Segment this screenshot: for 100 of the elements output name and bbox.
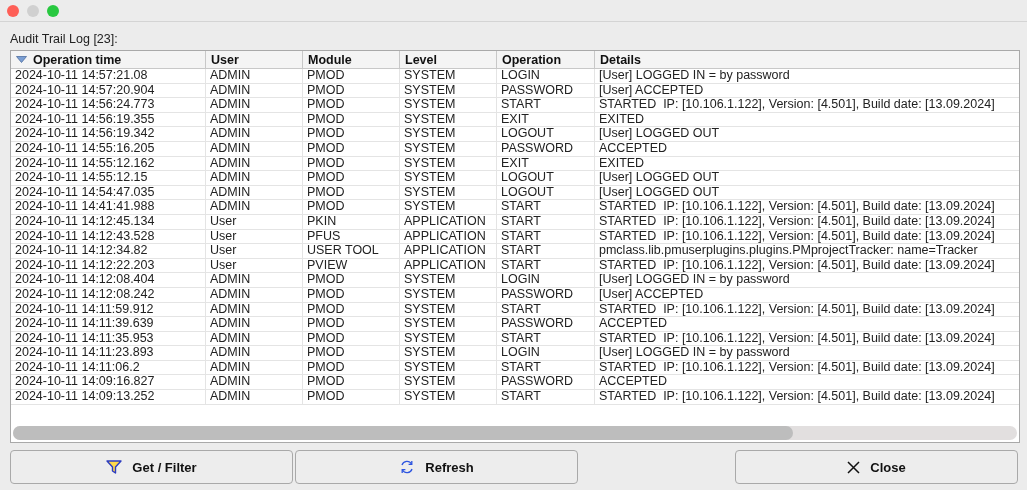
module-cell: PFUS (303, 229, 400, 244)
details-cell-text: [User] ACCEPTED (598, 83, 705, 98)
user-cell: ADMIN (206, 375, 303, 390)
level-cell: SYSTEM (400, 346, 497, 360)
user-cell: ADMIN (206, 127, 303, 141)
user-cell: ADMIN (206, 200, 303, 214)
time-cell: 2024-10-11 14:55:12.162 (11, 156, 206, 171)
level-cell: SYSTEM (400, 141, 497, 156)
details-cell-text: ACCEPTED (598, 141, 669, 156)
user-cell: ADMIN (206, 83, 303, 98)
user-cell: ADMIN (206, 346, 303, 360)
time-cell: 2024-10-11 14:12:22.203 (11, 258, 206, 273)
column-header[interactable]: Module (303, 51, 400, 68)
module-cell: PMOD (303, 141, 400, 156)
module-cell: PMOD (303, 346, 400, 360)
level-cell: SYSTEM (400, 317, 497, 331)
operation-cell: LOGIN (497, 273, 595, 287)
filter-button[interactable]: Get / Filter (10, 450, 293, 484)
column-header[interactable]: Operation (497, 51, 595, 68)
details-cell-text: [User] LOGGED OUT (598, 127, 721, 141)
details-cell-text: STARTED IP: [10.106.1.122], Version: [4.501], Build date: [13.09.2024] (598, 331, 996, 346)
user-cell: ADMIN (206, 302, 303, 317)
level-cell: SYSTEM (400, 185, 497, 200)
user-cell: ADMIN (206, 317, 303, 331)
details-cell-text: [User] LOGGED OUT (598, 185, 721, 200)
sort-descending-icon (16, 56, 27, 63)
time-cell: 2024-10-11 14:57:21.08 (11, 69, 206, 83)
column-header[interactable]: Details (595, 51, 1019, 68)
window-zoom-icon[interactable] (47, 4, 59, 17)
window-close-icon[interactable] (7, 4, 19, 17)
level-cell: SYSTEM (400, 390, 497, 404)
time-cell: 2024-10-11 14:56:19.355 (11, 112, 206, 127)
module-cell: PMOD (303, 171, 400, 185)
operation-cell: PASSWORD (497, 83, 595, 98)
window-minimize-icon[interactable] (27, 4, 39, 17)
operation-cell: EXIT (497, 156, 595, 171)
column-header[interactable]: Level (400, 51, 497, 68)
details-cell-text: STARTED IP: [10.106.1.122], Version: [4.501], Build date: [13.09.2024] (598, 258, 996, 273)
details-cell-text: [User] ACCEPTED (598, 287, 705, 302)
operation-cell: PASSWORD (497, 317, 595, 331)
operation-cell: LOGOUT (497, 185, 595, 200)
close-button[interactable]: Close (735, 450, 1018, 484)
details-cell-text: STARTED IP: [10.106.1.122], Version: [4.501], Build date: [13.09.2024] (598, 390, 996, 404)
filter-icon (106, 460, 123, 474)
user-cell: User (206, 229, 303, 244)
module-cell: PMOD (303, 83, 400, 98)
operation-cell: START (497, 200, 595, 214)
user-cell: User (206, 258, 303, 273)
details-cell-text: EXITED (598, 156, 646, 171)
module-cell: PMOD (303, 112, 400, 127)
user-cell: ADMIN (206, 390, 303, 404)
operation-cell: LOGOUT (497, 171, 595, 185)
operation-cell: START (497, 258, 595, 273)
user-cell: ADMIN (206, 331, 303, 346)
time-cell: 2024-10-11 14:55:12.15 (11, 171, 206, 185)
operation-cell: START (497, 98, 595, 112)
module-cell: PMOD (303, 390, 400, 404)
operation-cell: EXIT (497, 112, 595, 127)
level-cell: SYSTEM (400, 127, 497, 141)
time-cell: 2024-10-11 14:09:13.252 (11, 390, 206, 404)
level-cell: APPLICATION (400, 229, 497, 244)
operation-cell: START (497, 229, 595, 244)
level-cell: SYSTEM (400, 273, 497, 287)
time-cell: 2024-10-11 14:56:24.773 (11, 98, 206, 112)
operation-cell: START (497, 214, 595, 229)
operation-cell: LOGIN (497, 346, 595, 360)
module-cell: PMOD (303, 317, 400, 331)
user-cell: User (206, 214, 303, 229)
details-cell-text: pmclass.lib.pmuserplugins.plugins.PMprojectTracker: name=Tracker (598, 244, 979, 258)
time-cell: 2024-10-11 14:12:45.134 (11, 214, 206, 229)
module-cell: PMOD (303, 185, 400, 200)
details-cell-text: [User] LOGGED IN = by password (598, 273, 791, 287)
details-cell-text: [User] LOGGED IN = by password (598, 346, 791, 360)
module-cell: PMOD (303, 156, 400, 171)
level-cell: SYSTEM (400, 69, 497, 83)
level-cell: APPLICATION (400, 244, 497, 258)
operation-cell: START (497, 390, 595, 404)
time-cell: 2024-10-11 14:11:59.912 (11, 302, 206, 317)
module-cell: PMOD (303, 375, 400, 390)
horizontal-scrollbar[interactable] (13, 426, 1017, 440)
column-header[interactable]: Operation time (11, 51, 206, 68)
details-cell-text: [User] LOGGED OUT (598, 171, 721, 185)
details-cell-text: STARTED IP: [10.106.1.122], Version: [4.501], Build date: [13.09.2024] (598, 214, 996, 229)
details-cell-text: STARTED IP: [10.106.1.122], Version: [4.501], Build date: [13.09.2024] (598, 229, 996, 244)
refresh-button[interactable]: Refresh (295, 450, 578, 484)
details-cell-text: STARTED IP: [10.106.1.122], Version: [4.501], Build date: [13.09.2024] (598, 302, 996, 317)
user-cell: ADMIN (206, 98, 303, 112)
level-cell: SYSTEM (400, 112, 497, 127)
level-cell: SYSTEM (400, 375, 497, 390)
details-cell-text: ACCEPTED (598, 317, 669, 331)
level-cell: SYSTEM (400, 287, 497, 302)
user-cell: ADMIN (206, 69, 303, 83)
time-cell: 2024-10-11 14:54:47.035 (11, 185, 206, 200)
module-cell: PMOD (303, 200, 400, 214)
column-header[interactable]: User (206, 51, 303, 68)
user-cell: ADMIN (206, 287, 303, 302)
operation-cell: START (497, 244, 595, 258)
module-cell: PMOD (303, 273, 400, 287)
close-icon (847, 460, 861, 474)
level-cell: SYSTEM (400, 156, 497, 171)
